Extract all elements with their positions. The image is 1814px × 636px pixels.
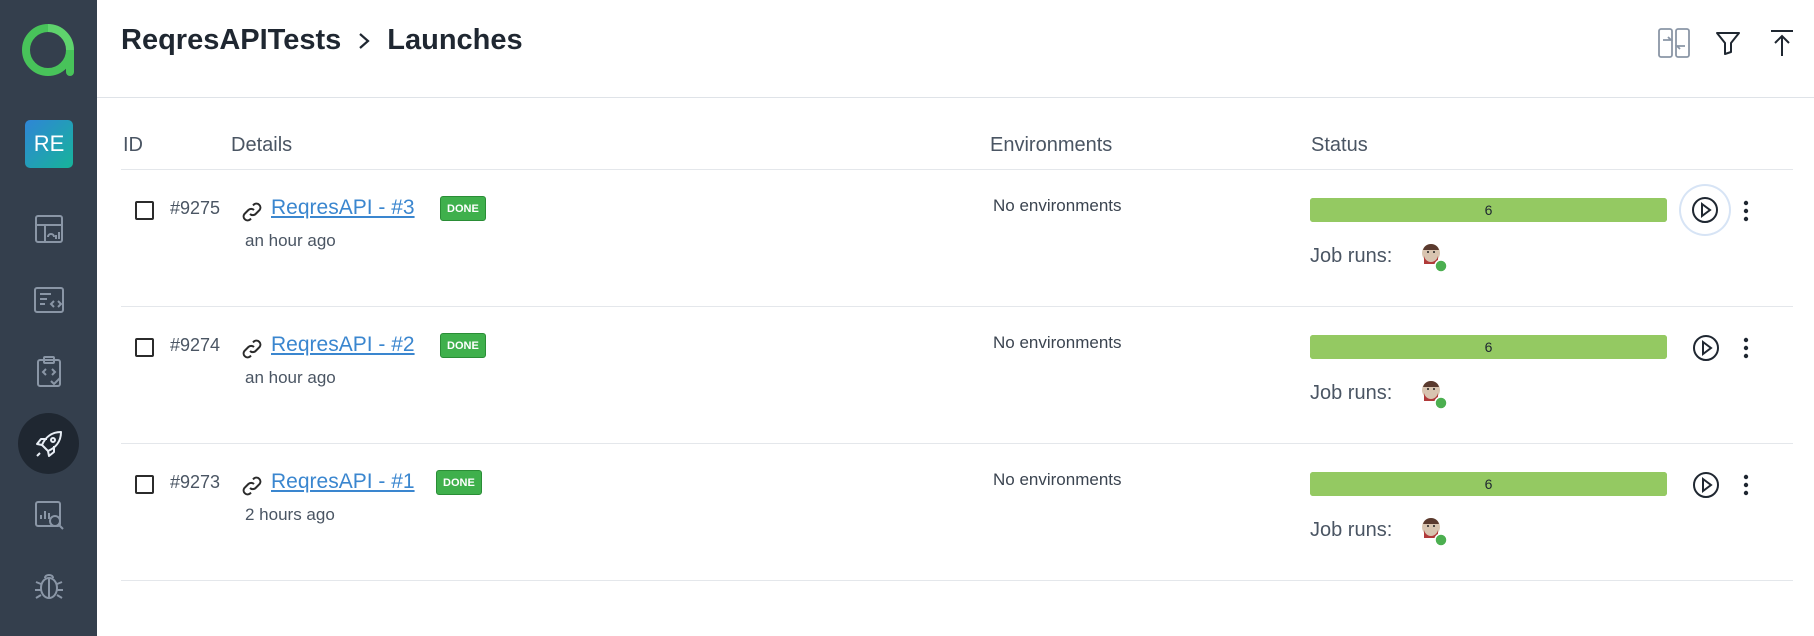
- compare-icon: [1658, 28, 1690, 58]
- status-badge: DONE: [436, 470, 482, 495]
- row-checkbox[interactable]: [135, 475, 154, 494]
- environments-value: No environments: [993, 196, 1122, 215]
- breadcrumb-project[interactable]: ReqresAPITests: [121, 24, 341, 57]
- rerun-launch-button[interactable]: [1681, 186, 1729, 234]
- link-icon: [242, 476, 262, 496]
- column-header-id: ID: [123, 134, 143, 156]
- launch-time: 2 hours ago: [245, 505, 335, 524]
- sidebar-item-analytics[interactable]: [18, 484, 79, 545]
- status-badge: DONE: [440, 196, 486, 221]
- more-vertical-icon: [1743, 337, 1749, 359]
- status-progress-bar[interactable]: 6: [1310, 198, 1667, 222]
- breadcrumb: ReqresAPITests Launches: [121, 24, 523, 57]
- column-header-status: Status: [1311, 134, 1368, 156]
- launch-name-link[interactable]: ReqresAPI - #2: [271, 333, 415, 357]
- launch-id: #9275: [170, 198, 221, 218]
- environments-value: No environments: [993, 333, 1122, 352]
- launches-rocket-icon: [35, 430, 62, 457]
- jenkins-avatar-icon[interactable]: [1417, 514, 1451, 548]
- test-plans-icon: [36, 355, 61, 387]
- dashboard-icon: [34, 214, 63, 243]
- status-progress-bar[interactable]: 6: [1310, 472, 1667, 496]
- column-header-details: Details: [231, 134, 293, 156]
- filter-icon: [1716, 32, 1740, 55]
- environments-value: No environments: [993, 470, 1122, 489]
- row-menu-button[interactable]: [1733, 331, 1759, 365]
- rerun-launch-button[interactable]: [1689, 331, 1723, 365]
- jenkins-avatar-icon[interactable]: [1417, 377, 1451, 411]
- play-circle-icon: [1693, 472, 1719, 498]
- compare-launches-button[interactable]: [1657, 26, 1691, 60]
- sidebar-item-defects[interactable]: [18, 555, 79, 616]
- filter-button[interactable]: [1711, 26, 1745, 60]
- status-progress-bar[interactable]: 6: [1310, 335, 1667, 359]
- job-runs-label: Job runs:: [1310, 245, 1393, 267]
- progress-value: 6: [1484, 202, 1493, 218]
- row-checkbox[interactable]: [135, 201, 154, 220]
- column-header-environments: Environments: [990, 134, 1113, 156]
- sidebar: RE: [0, 0, 97, 636]
- table-row[interactable]: #9273 ReqresAPI - #1 DONE 2 hours ago No…: [121, 444, 1793, 581]
- test-cases-icon: [33, 286, 64, 313]
- launch-time: an hour ago: [245, 368, 336, 387]
- job-runs-label: Job runs:: [1310, 382, 1393, 404]
- page-title: Launches: [387, 24, 523, 56]
- sidebar-item-dashboards[interactable]: [18, 198, 79, 259]
- chevron-right-icon: [355, 31, 373, 51]
- jenkins-avatar-icon[interactable]: [1417, 240, 1451, 274]
- launch-id: #9274: [170, 335, 221, 355]
- job-runs-label: Job runs:: [1310, 519, 1393, 541]
- upload-icon: [1771, 30, 1793, 56]
- link-icon: [242, 202, 262, 222]
- more-vertical-icon: [1743, 200, 1749, 222]
- main-content: ReqresAPITests Launches ID Details Envir…: [97, 0, 1814, 636]
- launch-name-link[interactable]: ReqresAPI - #1: [271, 470, 415, 494]
- sidebar-item-launches[interactable]: [18, 413, 79, 474]
- rerun-launch-button[interactable]: [1689, 468, 1723, 502]
- page-header: ReqresAPITests Launches: [97, 0, 1814, 98]
- upload-button[interactable]: [1765, 26, 1799, 60]
- table-row[interactable]: #9274 ReqresAPI - #2 DONE an hour ago No…: [121, 307, 1793, 444]
- status-badge: DONE: [440, 333, 486, 358]
- play-circle-icon: [1692, 197, 1718, 223]
- play-circle-icon: [1693, 335, 1719, 361]
- launches-table: ID Details Environments Status #9275 Req…: [121, 118, 1793, 581]
- row-menu-button[interactable]: [1733, 194, 1759, 228]
- launch-name-link[interactable]: ReqresAPI - #3: [271, 196, 415, 220]
- analytics-search-icon: [34, 500, 64, 530]
- project-badge[interactable]: RE: [25, 120, 73, 168]
- launch-time: an hour ago: [245, 231, 336, 250]
- row-checkbox[interactable]: [135, 338, 154, 357]
- progress-value: 6: [1484, 339, 1493, 355]
- link-icon: [242, 339, 262, 359]
- sidebar-item-test-cases[interactable]: [18, 269, 79, 330]
- sidebar-item-test-plans[interactable]: [18, 341, 79, 402]
- defects-bug-icon: [34, 573, 63, 599]
- more-vertical-icon: [1743, 474, 1749, 496]
- allure-logo-icon[interactable]: [22, 24, 74, 76]
- progress-value: 6: [1484, 476, 1493, 492]
- table-header: ID Details Environments Status: [121, 118, 1793, 170]
- row-menu-button[interactable]: [1733, 468, 1759, 502]
- launch-id: #9273: [170, 472, 221, 492]
- table-row[interactable]: #9275 ReqresAPI - #3 DONE an hour ago No…: [121, 170, 1793, 307]
